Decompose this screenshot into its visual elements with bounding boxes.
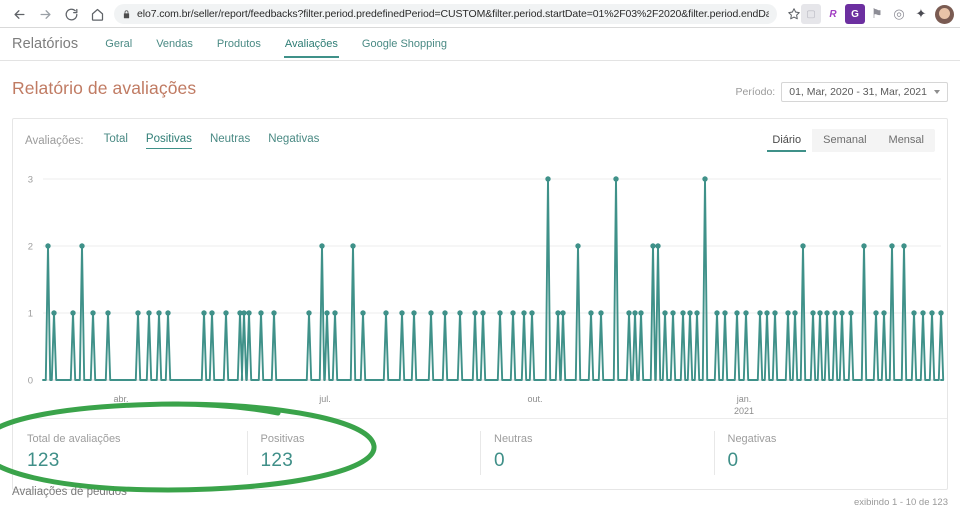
- svg-text:2021: 2021: [734, 406, 754, 416]
- browser-toolbar: elo7.com.br/seller/report/feedbacks?filt…: [0, 0, 960, 28]
- svg-text:3: 3: [28, 175, 33, 186]
- chart-plot-area: 0 1 2 3 abr. jul. out. jan. 2021: [13, 163, 947, 449]
- stat-label: Positivas: [260, 433, 305, 445]
- extension-grammarly-icon[interactable]: G: [845, 4, 865, 24]
- granularity-mensal[interactable]: Mensal: [878, 129, 935, 152]
- stat-neutras: Neutras 0: [480, 419, 714, 489]
- nav-item-avaliacoes[interactable]: Avaliações: [283, 31, 339, 58]
- stat-value: 123: [260, 450, 294, 471]
- reviews-filter-label: Avaliações:: [25, 135, 84, 147]
- nav-item-geral[interactable]: Geral: [104, 31, 133, 58]
- url-text: elo7.com.br/seller/report/feedbacks?filt…: [137, 8, 769, 20]
- stat-total-de-avaliacoes: Total de avaliações 123: [13, 419, 247, 489]
- nav-item-produtos[interactable]: Produtos: [216, 31, 262, 58]
- stat-label: Neutras: [494, 433, 533, 445]
- nav-divider: [0, 60, 960, 61]
- forward-icon[interactable]: [32, 1, 58, 27]
- svg-text:abr.: abr.: [113, 394, 128, 404]
- stat-value: 123: [27, 450, 60, 471]
- reload-icon[interactable]: [58, 1, 84, 27]
- orders-reviews-section-title: Avaliações de pedidos: [12, 486, 127, 498]
- filter-negativas[interactable]: Negativas: [268, 133, 319, 149]
- extension-puzzle-icon[interactable]: ✦: [911, 4, 931, 24]
- extension-rakuten-icon[interactable]: R: [823, 4, 843, 24]
- stat-label: Total de avaliações: [27, 433, 121, 445]
- home-icon[interactable]: [84, 1, 110, 27]
- chevron-down-icon: [934, 90, 940, 94]
- nav-item-google-shopping[interactable]: Google Shopping: [361, 31, 448, 58]
- filter-total[interactable]: Total: [104, 133, 128, 149]
- summary-stats-row: Total de avaliações 123 Positivas 123 Ne…: [13, 418, 947, 489]
- site-top-nav: Relatórios Geral Vendas Produtos Avaliaç…: [0, 28, 960, 60]
- reviews-chart-card: Avaliações: Total Positivas Neutras Nega…: [12, 118, 948, 490]
- extension-flag-icon[interactable]: ⚑: [867, 4, 887, 24]
- svg-text:jan.: jan.: [736, 394, 752, 404]
- chart-card-header: Avaliações: Total Positivas Neutras Nega…: [13, 119, 947, 163]
- stat-value: 0: [494, 450, 505, 471]
- filter-neutras[interactable]: Neutras: [210, 133, 250, 149]
- svg-text:jul.: jul.: [318, 394, 331, 404]
- period-label: Período:: [735, 86, 776, 98]
- svg-text:1: 1: [28, 309, 33, 320]
- stat-negativas: Negativas 0: [713, 419, 948, 489]
- browser-window: elo7.com.br/seller/report/feedbacks?filt…: [0, 0, 960, 508]
- extension-ghost-icon[interactable]: ▢: [801, 4, 821, 24]
- brand-title: Relatórios: [12, 36, 79, 52]
- profile-avatar[interactable]: [935, 4, 954, 24]
- granularity-semanal[interactable]: Semanal: [812, 129, 877, 152]
- extensions-strip: ▢ R G ⚑ ◎ ✦: [801, 4, 954, 24]
- star-icon[interactable]: [787, 7, 801, 21]
- stat-value: 0: [727, 450, 739, 471]
- stat-positivas: Positivas 123: [246, 419, 481, 489]
- nav-item-vendas[interactable]: Vendas: [155, 31, 194, 58]
- page-title: Relatório de avaliações: [12, 78, 197, 98]
- stat-label: Negativas: [727, 433, 777, 445]
- svg-text:out.: out.: [527, 394, 542, 404]
- svg-text:2: 2: [28, 242, 33, 253]
- lock-icon: [122, 9, 131, 20]
- granularity-toggle-group: Diário Semanal Mensal: [761, 129, 935, 152]
- granularity-diario[interactable]: Diário: [761, 129, 813, 152]
- back-icon[interactable]: [6, 1, 32, 27]
- reviews-line-chart: 0 1 2 3 abr. jul. out. jan. 2021: [28, 175, 945, 416]
- extension-globe-icon[interactable]: ◎: [889, 4, 909, 24]
- period-value: 01, Mar, 2020 - 31, Mar, 2021: [789, 86, 927, 98]
- svg-text:0: 0: [28, 376, 33, 387]
- address-bar[interactable]: elo7.com.br/seller/report/feedbacks?filt…: [114, 4, 777, 24]
- period-select[interactable]: 01, Mar, 2020 - 31, Mar, 2021: [781, 82, 948, 102]
- period-filter: Período: 01, Mar, 2020 - 31, Mar, 2021: [736, 82, 948, 102]
- filter-positivas[interactable]: Positivas: [145, 133, 192, 149]
- pagination-showing-text: exibindo 1 - 10 de 123: [853, 497, 948, 508]
